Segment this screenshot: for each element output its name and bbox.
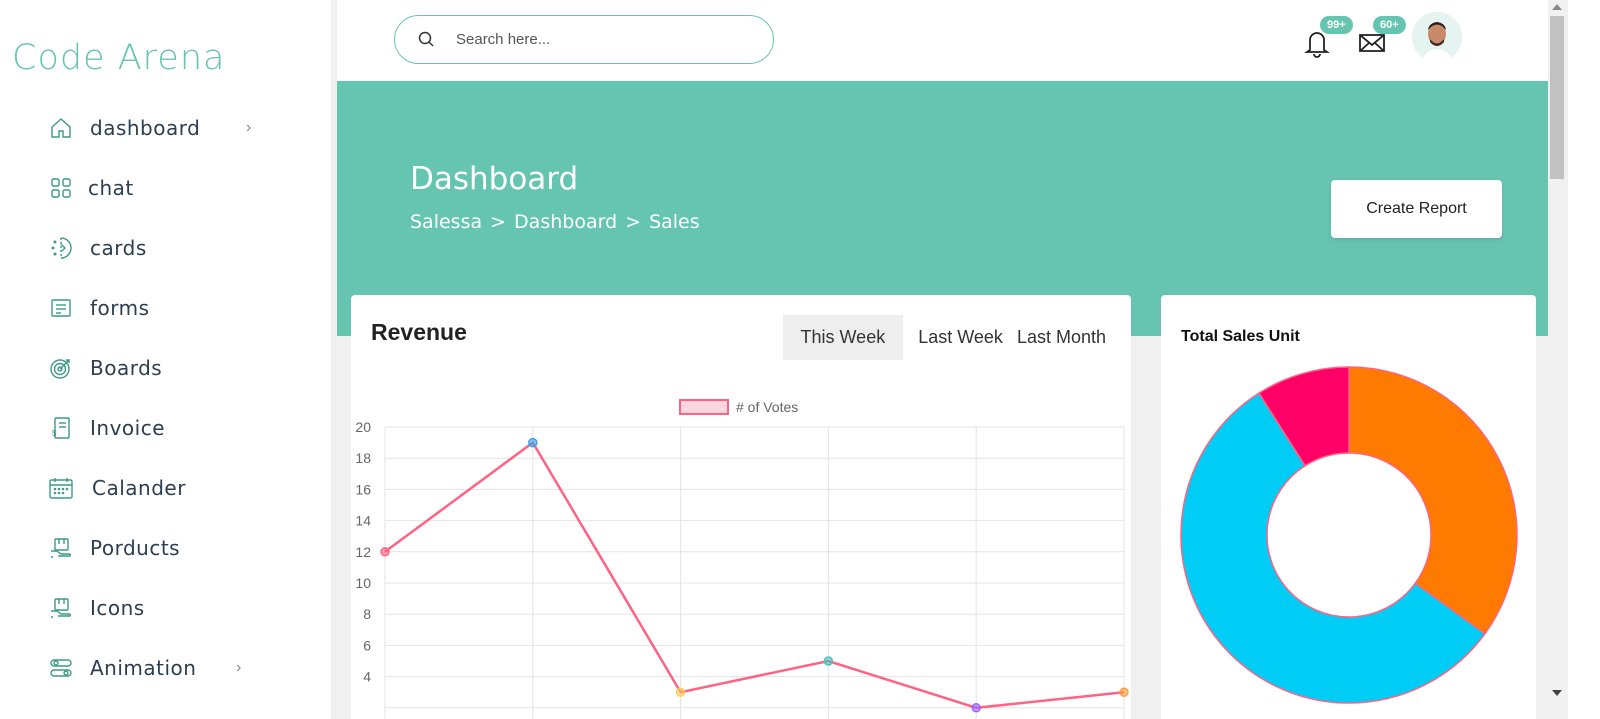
sales-donut-chart <box>1180 366 1518 704</box>
data-point <box>528 437 538 448</box>
data-point <box>380 547 390 557</box>
sidebar-item-label: Invoice <box>90 416 166 440</box>
sidebar-item-boards[interactable]: Boards <box>48 350 278 386</box>
scrollbar-thumb[interactable] <box>1550 16 1564 179</box>
sidebar-item-label: forms <box>90 296 150 320</box>
series-line <box>384 440 1125 710</box>
tab-last-week[interactable]: Last Week <box>911 315 1010 360</box>
y-tick-label: 14 <box>355 513 371 529</box>
sidebar-item-invoice[interactable]: $ Invoice <box>48 410 278 446</box>
total-sales-card: Total Sales Unit <box>1161 295 1536 719</box>
sidebar-item-label: dashboard <box>90 116 201 140</box>
grid-icon <box>48 175 74 201</box>
legend-label: # of Votes <box>736 399 798 415</box>
y-tick-label: 20 <box>355 419 371 435</box>
create-report-button[interactable]: Create Report <box>1331 180 1502 238</box>
sidebar: Code Arena dashboard › chat cards forms … <box>0 0 331 719</box>
scroll-down-arrow-icon[interactable] <box>1552 690 1562 696</box>
svg-text:$: $ <box>52 429 57 438</box>
y-tick-label: 12 <box>355 544 371 560</box>
right-gutter <box>1568 0 1600 719</box>
chevron-right-icon: › <box>246 119 252 136</box>
invoice-icon: $ <box>48 415 74 441</box>
breadcrumb-item[interactable]: Salessa <box>410 211 482 233</box>
sidebar-item-label: Calander <box>92 476 186 500</box>
sidebar-item-calander[interactable]: Calander <box>48 470 278 506</box>
data-point <box>823 656 834 666</box>
breadcrumb: Salessa > Dashboard > Sales <box>410 211 700 233</box>
sales-title: Total Sales Unit <box>1181 328 1300 345</box>
box-icon <box>48 595 74 621</box>
sidebar-item-label: cards <box>90 236 147 260</box>
donut-slice <box>1348 366 1518 635</box>
user-avatar-icon <box>1412 12 1462 62</box>
sidebar-item-chat[interactable]: chat <box>48 170 278 206</box>
tab-last-month[interactable]: Last Month <box>1010 315 1113 360</box>
revenue-title: Revenue <box>371 319 467 345</box>
search-box[interactable] <box>394 15 774 64</box>
main-area: 99+ 60+ Dashboard Salessa > Dashboard > <box>331 0 1548 719</box>
scroll-up-arrow-icon[interactable] <box>1552 4 1562 10</box>
breadcrumb-separator: > <box>490 211 507 233</box>
topbar: 99+ 60+ <box>331 0 1548 81</box>
y-tick-label: 6 <box>363 637 371 653</box>
revenue-period-tabs: This Week Last Week Last Month <box>782 315 1113 360</box>
target-icon <box>48 355 74 381</box>
sidebar-item-label: Icons <box>90 596 145 620</box>
search-icon <box>418 31 434 47</box>
half-circle-icon <box>48 235 74 261</box>
page-scrollbar[interactable] <box>1548 0 1568 719</box>
sidebar-item-icons[interactable]: Icons <box>48 590 278 626</box>
page-title: Dashboard <box>410 161 579 197</box>
data-point <box>675 687 686 697</box>
revenue-line-chart: # of Votes 4 6 8 10 12 14 16 18 20 <box>355 399 1129 719</box>
sidebar-item-forms[interactable]: forms <box>48 290 278 326</box>
messages-badge: 60+ <box>1373 16 1406 34</box>
tab-this-week[interactable]: This Week <box>782 315 904 360</box>
toggle-icon <box>48 655 74 681</box>
y-tick-label: 18 <box>355 450 371 466</box>
box-icon <box>48 535 74 561</box>
sidebar-item-dashboard[interactable]: dashboard › <box>48 110 278 146</box>
sidebar-item-cards[interactable]: cards <box>48 230 278 266</box>
y-tick-label: 10 <box>355 575 371 591</box>
y-tick-label: 8 <box>363 606 371 622</box>
sidebar-item-label: chat <box>88 176 134 200</box>
revenue-card: Revenue This Week Last Week Last Month #… <box>351 295 1131 719</box>
data-point <box>971 703 981 713</box>
chevron-right-icon: › <box>236 659 242 676</box>
app-root: Code Arena dashboard › chat cards forms … <box>0 0 1600 719</box>
legend-swatch <box>679 399 729 415</box>
notifications-badge: 99+ <box>1320 16 1353 34</box>
home-icon <box>48 115 74 141</box>
search-input[interactable] <box>456 31 736 48</box>
sidebar-item-animation[interactable]: Animation › <box>48 650 278 686</box>
brand-logo[interactable]: Code Arena <box>12 38 225 78</box>
sidebar-item-label: Animation <box>90 656 197 680</box>
y-tick-label: 4 <box>363 669 371 685</box>
breadcrumb-item: Sales <box>649 211 700 233</box>
sidebar-item-label: Boards <box>90 356 163 380</box>
y-tick-label: 16 <box>355 481 371 497</box>
sidebar-item-label: Porducts <box>90 536 181 560</box>
data-point <box>1119 687 1129 697</box>
sidebar-item-porducts[interactable]: Porducts <box>48 530 278 566</box>
breadcrumb-item[interactable]: Dashboard <box>514 211 617 233</box>
avatar[interactable] <box>1412 12 1462 62</box>
calendar-icon <box>48 475 74 501</box>
document-icon <box>48 295 74 321</box>
breadcrumb-separator: > <box>625 211 642 233</box>
